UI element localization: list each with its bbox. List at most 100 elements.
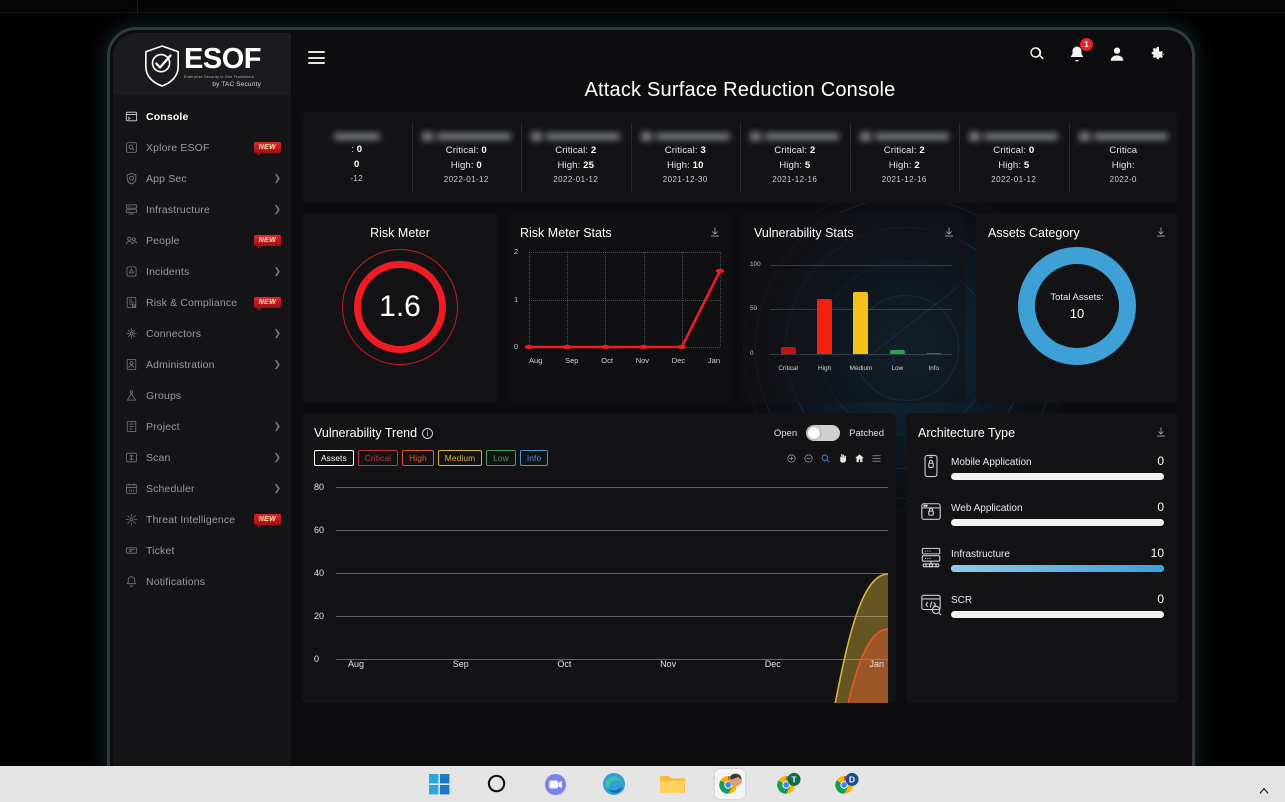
user-icon[interactable] — [1108, 45, 1126, 63]
zoom-selection-icon[interactable] — [820, 453, 831, 464]
sidebar-item-console[interactable]: Console — [113, 101, 291, 132]
bar[interactable] — [817, 298, 833, 354]
stat-card[interactable]: Critical: 3 High: 10 2021-12-30 — [630, 112, 741, 203]
x-axis-tick: Low — [891, 365, 904, 372]
legend-chip-high[interactable]: High — [402, 450, 434, 466]
bar[interactable] — [889, 349, 905, 354]
bar[interactable] — [926, 353, 942, 354]
bar[interactable] — [853, 291, 869, 354]
legend-chip-low[interactable]: Low — [486, 450, 516, 466]
pan-icon[interactable] — [837, 453, 848, 464]
y-axis-tick: 1 — [514, 294, 519, 304]
info-icon[interactable]: i — [422, 427, 434, 439]
architecture-type-list: Mobile Application 0 Web Application 0 Infra… — [906, 440, 1178, 618]
new-badge: NEW — [253, 514, 281, 525]
x-axis-tick: Aug — [348, 659, 365, 669]
x-axis-tick: Oct — [557, 659, 572, 669]
stat-card[interactable]: Critica High: 2022-0 — [1068, 112, 1179, 203]
menu-icon[interactable] — [871, 453, 882, 464]
bar[interactable] — [780, 346, 796, 354]
sidebar-item-label: Groups — [146, 389, 182, 402]
sidebar-item-groups[interactable]: Groups — [113, 380, 291, 411]
gear-icon[interactable] — [1148, 45, 1166, 63]
sidebar-item-notifications[interactable]: Notifications — [113, 566, 291, 597]
sidebar-item-scan[interactable]: Scan ❯ — [113, 442, 291, 473]
download-icon[interactable] — [709, 226, 721, 238]
sidebar-item-incidents[interactable]: Incidents ❯ — [113, 256, 291, 287]
sidebar-item-label: Infrastructure — [146, 203, 210, 216]
stat-card[interactable]: Critical: 2 High: 25 2022-01-12 — [521, 112, 631, 203]
toggle-label-open: Open — [773, 427, 798, 439]
vulnerability-trend-card: Vulnerability Trend i Open Patched Asset… — [302, 413, 896, 703]
threat-icon — [125, 513, 138, 526]
legend-chip-info[interactable]: Info — [519, 450, 549, 466]
sidebar-item-scheduler[interactable]: Scheduler ❯ — [113, 473, 291, 504]
sidebar-item-label: Ticket — [146, 544, 175, 557]
show-hidden-icons-button[interactable] — [1257, 784, 1271, 798]
download-icon[interactable] — [943, 226, 955, 238]
sidebar-item-xplore-esof[interactable]: Xplore ESOF NEW — [113, 132, 291, 163]
x-axis-labels: Aug Sep Oct Nov Dec Jan — [348, 659, 884, 669]
legend-chip-critical[interactable]: Critical — [357, 450, 399, 466]
sidebar-item-people[interactable]: People NEW — [113, 225, 291, 256]
legend-chip-medium[interactable]: Medium — [437, 450, 483, 466]
sidebar-item-infrastructure[interactable]: Infrastructure ❯ — [113, 194, 291, 225]
stat-card[interactable]: Critical: 2 High: 2 2021-12-16 — [849, 112, 960, 203]
stat-card[interactable]: : 0 0 -12 — [302, 112, 412, 203]
risk-icon — [125, 296, 138, 309]
notification-badge: 1 — [1080, 38, 1093, 51]
stat-card[interactable]: Critical: 2 High: 5 2021-12-16 — [740, 112, 850, 203]
scan-icon — [125, 451, 138, 464]
bell-icon[interactable]: 1 — [1068, 38, 1093, 63]
architecture-label: Mobile Application — [951, 457, 1032, 468]
architecture-row[interactable]: Web Application 0 — [920, 500, 1164, 526]
legend-chip-assets[interactable]: Assets — [314, 450, 354, 466]
architecture-row[interactable]: SCR 0 — [920, 592, 1164, 618]
top-strip-divider — [137, 0, 138, 13]
chevron-right-icon: ❯ — [273, 452, 281, 462]
sidebar-item-label: Project — [146, 420, 180, 433]
x-axis-tick: Aug — [529, 356, 543, 365]
architecture-row[interactable]: Mobile Application 0 — [920, 454, 1164, 480]
sidebar-item-administration[interactable]: Administration ❯ — [113, 349, 291, 380]
x-axis-tick: Info — [928, 365, 940, 372]
chrome-profile-button[interactable] — [714, 769, 745, 799]
risk-line-markers — [524, 268, 725, 350]
grid-line — [336, 487, 888, 488]
reset-home-icon[interactable] — [854, 453, 865, 464]
sidebar-item-ticket[interactable]: Ticket — [113, 535, 291, 566]
chevron-right-icon: ❯ — [273, 359, 281, 369]
y-axis-tick: 2 — [514, 247, 519, 256]
open-patched-switch[interactable] — [806, 425, 841, 441]
sidebar: ESOF Enterprise Security in One Framewor… — [113, 33, 291, 770]
search-icon[interactable] — [1028, 45, 1046, 63]
download-icon[interactable] — [1155, 226, 1167, 238]
chrome-t-button[interactable]: T — [773, 769, 803, 799]
architecture-value: 0 — [1157, 592, 1164, 606]
svg-text:D: D — [849, 775, 855, 785]
download-icon[interactable] — [1155, 426, 1167, 438]
brand-logo[interactable]: ESOF Enterprise Security in One Framewor… — [113, 33, 291, 95]
stat-card[interactable]: Critical: 0 High: 0 2022-01-12 — [411, 112, 522, 203]
stat-card-host-redacted — [640, 131, 730, 141]
hamburger-menu-button[interactable] — [308, 51, 325, 64]
sidebar-item-risk-compliance[interactable]: Risk & Compliance NEW — [113, 287, 291, 318]
sidebar-item-project[interactable]: Project ❯ — [113, 411, 291, 442]
file-explorer-button[interactable] — [657, 769, 687, 799]
x-axis-tick: Dec — [671, 356, 686, 365]
zoom-out-icon[interactable] — [803, 453, 814, 464]
sidebar-item-app-sec[interactable]: App Sec ❯ — [113, 163, 291, 194]
stat-card[interactable]: Critical: 0 High: 5 2022-01-12 — [959, 112, 1069, 203]
start-button[interactable] — [425, 769, 455, 799]
search-button[interactable] — [483, 769, 513, 799]
x-axis-tick: Sep — [452, 659, 469, 669]
edge-button[interactable] — [599, 769, 629, 799]
zoom-in-icon[interactable] — [786, 453, 797, 464]
sidebar-item-connectors[interactable]: Connectors ❯ — [113, 318, 291, 349]
y-axis-tick: 60 — [314, 525, 325, 535]
architecture-row[interactable]: Infrastructure 10 — [920, 546, 1164, 572]
sidebar-item-threat-intelligence[interactable]: Threat Intelligence NEW — [113, 504, 291, 535]
chrome-d-button[interactable]: D — [831, 769, 861, 799]
shield-check-icon — [145, 45, 179, 87]
teams-button[interactable] — [541, 769, 571, 799]
